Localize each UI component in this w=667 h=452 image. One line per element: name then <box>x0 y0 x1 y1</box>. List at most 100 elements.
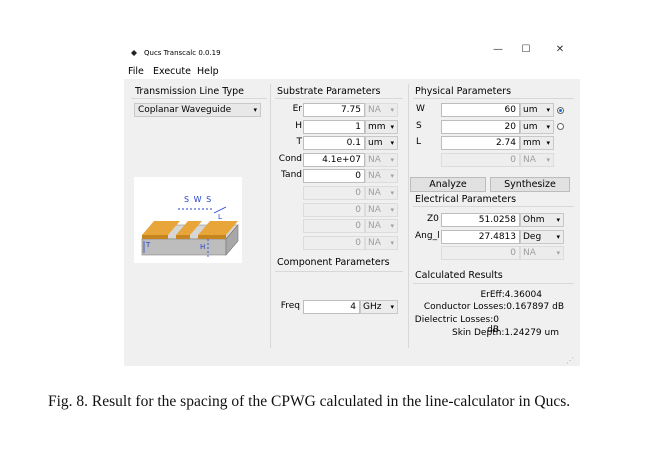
chevron-down-icon: ▾ <box>556 216 560 224</box>
maximize-button[interactable]: ☐ <box>517 44 535 55</box>
divider <box>275 98 403 99</box>
chevron-down-icon: ▾ <box>546 122 550 131</box>
substrate-6-unit: NA ▾ <box>365 202 398 217</box>
divider <box>131 98 267 99</box>
menu-bar <box>124 63 580 79</box>
synthesize-button[interactable]: Synthesize <box>490 177 570 192</box>
substrate-7-unit-value: NA <box>368 221 381 232</box>
substrate-3-label: Cond <box>278 153 302 164</box>
resize-grip-icon[interactable]: ⋰ <box>566 356 574 365</box>
chevron-down-icon: ▾ <box>390 238 394 247</box>
electrical-1-label: Ang_l <box>415 230 440 241</box>
substrate-8-input: 0 <box>303 235 365 250</box>
substrate-title: Substrate Parameters <box>277 86 381 97</box>
physical-2-unit[interactable]: mm ▾ <box>520 136 554 151</box>
divider <box>275 271 403 272</box>
app-logo-icon <box>131 50 137 56</box>
chevron-down-icon: ▾ <box>546 106 550 114</box>
divider <box>413 98 574 99</box>
chevron-down-icon: ▾ <box>390 139 394 148</box>
physical-0-label: W <box>416 104 425 114</box>
result-skin-depth: Skin Depth:1.24279 um <box>452 328 559 338</box>
diagram-label-t: T <box>146 241 151 249</box>
substrate-2-input[interactable]: 0.1 <box>303 136 365 151</box>
substrate-0-unit-value: NA <box>368 105 381 115</box>
physical-0-unit[interactable]: um ▾ <box>520 103 554 117</box>
chevron-down-icon: ▾ <box>546 139 550 148</box>
electrical-0-label: Z0 <box>427 214 439 224</box>
substrate-3-input[interactable]: 4.1e+07 <box>303 152 365 167</box>
chevron-down-icon: ▾ <box>390 222 394 231</box>
physical-1-input[interactable]: 20 <box>441 119 520 134</box>
physical-1-unit-value: um <box>523 121 538 132</box>
divider <box>413 206 574 207</box>
menu-file[interactable]: File <box>128 66 144 77</box>
component-title: Component Parameters <box>277 257 390 268</box>
minimize-button[interactable]: — <box>489 44 507 55</box>
physical-3-unit: NA ▾ <box>520 152 554 167</box>
substrate-4-input[interactable]: 0 <box>303 169 365 184</box>
substrate-5-input: 0 <box>303 186 365 200</box>
substrate-3-unit-value: NA <box>368 154 381 165</box>
substrate-1-unit[interactable]: mm ▾ <box>365 119 398 134</box>
electrical-0-unit-value: Ohm <box>523 215 545 225</box>
electrical-1-unit[interactable]: Deg ▾ <box>520 229 564 244</box>
line-type-title: Transmission Line Type <box>135 86 245 97</box>
chevron-down-icon: ▾ <box>546 155 550 164</box>
diagram-label-l: L <box>218 213 222 221</box>
substrate-2-label: T <box>296 137 303 148</box>
physical-2-input[interactable]: 2.74 <box>441 136 520 151</box>
line-type-select[interactable]: Coplanar Waveguide ▾ <box>134 103 261 117</box>
chevron-down-icon: ▾ <box>556 232 560 241</box>
physical-2-label: L <box>416 137 422 148</box>
figure-caption: Fig. 8. Result for the spacing of the CP… <box>48 393 571 410</box>
analyze-button[interactable]: Analyze <box>410 177 486 192</box>
substrate-0-label: Er <box>292 104 302 114</box>
physical-2-unit-value: mm <box>523 138 541 149</box>
electrical-2-unit: NA ▾ <box>520 246 564 261</box>
result-conductor-losses: Conductor Losses:0.167897 dB <box>423 302 564 312</box>
substrate-1-unit-value: mm <box>368 121 386 132</box>
window-title: Qucs Transcalc 0.0.19 <box>144 49 221 57</box>
freq-unit-value: GHz <box>363 302 382 312</box>
menu-execute[interactable]: Execute <box>153 66 191 77</box>
w-radio[interactable] <box>557 107 564 114</box>
divider <box>408 84 409 348</box>
diagram-label-h: H <box>200 243 206 251</box>
substrate-1-input[interactable]: 1 <box>303 119 365 134</box>
substrate-2-unit-value: um <box>368 138 383 149</box>
close-button[interactable]: ✕ <box>551 44 569 55</box>
chevron-down-icon: ▾ <box>390 155 394 164</box>
result-ereff: ErEff:4.36004 <box>480 290 542 300</box>
cpw-diagram: S W S T H L <box>134 177 242 263</box>
physical-3-unit-value: NA <box>523 154 536 165</box>
substrate-0-input[interactable]: 7.75 <box>303 103 365 117</box>
substrate-2-unit[interactable]: um ▾ <box>365 136 398 151</box>
menu-help[interactable]: Help <box>197 66 219 77</box>
substrate-1-label: H <box>295 120 302 131</box>
chevron-down-icon: ▾ <box>390 172 394 181</box>
chevron-down-icon: ▾ <box>390 189 394 197</box>
substrate-4-unit-value: NA <box>368 171 381 182</box>
line-type-value: Coplanar Waveguide <box>138 105 232 115</box>
physical-1-unit[interactable]: um ▾ <box>520 119 554 134</box>
physical-title: Physical Parameters <box>415 86 512 97</box>
electrical-1-input[interactable]: 27.4813 <box>441 229 520 244</box>
chevron-down-icon: ▾ <box>390 205 394 214</box>
freq-input[interactable]: 4 <box>303 300 360 314</box>
chevron-down-icon: ▾ <box>390 122 394 131</box>
physical-0-input[interactable]: 60 <box>441 103 520 117</box>
substrate-7-unit: NA ▾ <box>365 219 398 234</box>
substrate-5-unit-value: NA <box>368 188 381 198</box>
physical-1-label: S <box>416 120 422 131</box>
chevron-down-icon: ▾ <box>390 303 394 311</box>
substrate-6-unit-value: NA <box>368 204 381 215</box>
electrical-0-unit[interactable]: Ohm ▾ <box>520 213 564 227</box>
freq-label: Freq <box>280 301 300 311</box>
electrical-0-input[interactable]: 51.0258 <box>441 213 520 227</box>
freq-unit-select[interactable]: GHz ▾ <box>360 300 398 314</box>
s-radio[interactable] <box>557 123 564 130</box>
substrate-7-input: 0 <box>303 219 365 234</box>
results-title: Calculated Results <box>415 270 503 281</box>
substrate-4-unit: NA ▾ <box>365 169 398 184</box>
